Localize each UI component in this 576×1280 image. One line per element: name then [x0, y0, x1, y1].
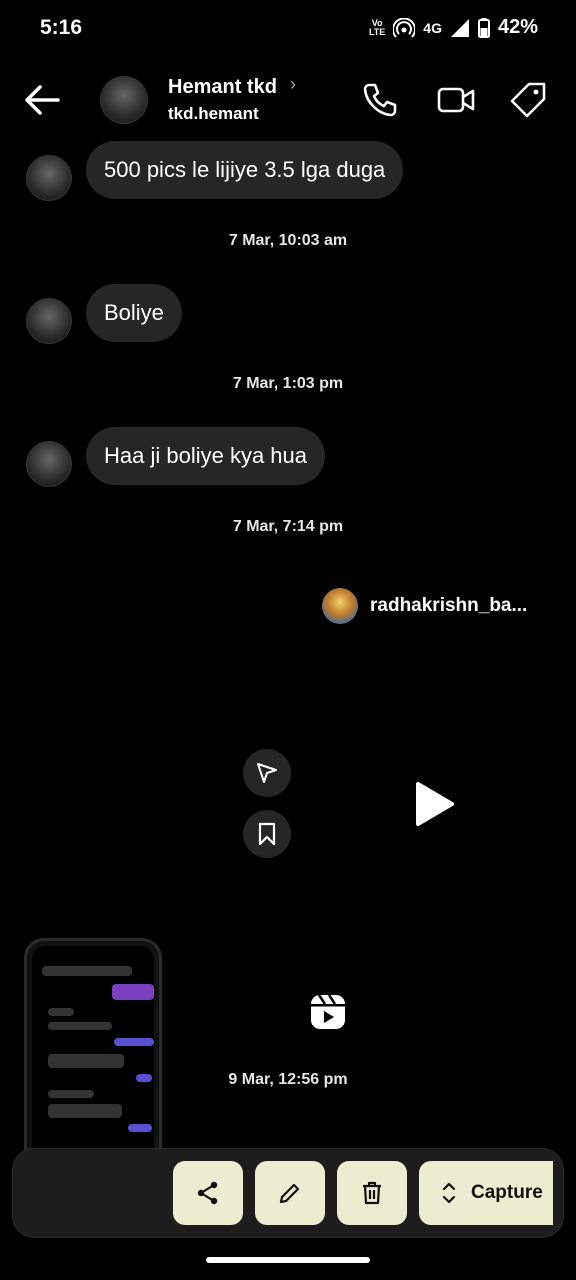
timestamp: 7 Mar, 10:03 am [228, 232, 348, 249]
capture-label: Capture [471, 1182, 543, 1203]
timestamp: 7 Mar, 7:14 pm [232, 518, 344, 535]
thumb-bubble [48, 1104, 122, 1118]
delete-button[interactable] [337, 1161, 407, 1225]
thumb-bubble [112, 984, 154, 1000]
thumb-bubble [48, 1022, 112, 1030]
phone-icon[interactable] [360, 80, 400, 120]
thumb-header [42, 966, 132, 976]
status-time: 5:16 [40, 16, 83, 39]
expand-vertical-icon [442, 1182, 456, 1204]
tag-icon[interactable] [508, 80, 548, 120]
reel-owner-avatar[interactable] [322, 588, 358, 624]
bookmark-icon [258, 822, 276, 846]
back-arrow-icon[interactable] [22, 82, 62, 118]
screenshot-toolbar: Capture [12, 1148, 564, 1238]
capture-more-button[interactable]: Capture [419, 1161, 553, 1225]
trash-icon [363, 1181, 381, 1205]
contact-username[interactable]: tkd.hemant [168, 104, 259, 124]
message-bubble[interactable]: 500 pics le lijiye 3.5 lga duga [86, 141, 404, 199]
message-bubble[interactable]: Haa ji boliye kya hua [86, 427, 326, 485]
status-bar: 5:16 Vo LTE 4G 42% [0, 0, 576, 56]
edit-button[interactable] [255, 1161, 325, 1225]
reel-owner[interactable]: radhakrishn_ba... [322, 588, 527, 624]
video-camera-icon[interactable] [436, 80, 476, 120]
battery-percent: 42% [497, 16, 538, 38]
save-button[interactable] [243, 810, 291, 858]
signal-icon [450, 18, 469, 37]
pencil-icon [279, 1183, 300, 1204]
header-avatar[interactable] [100, 76, 148, 124]
status-icons: Vo LTE 4G 42% [369, 16, 538, 39]
reels-icon [311, 994, 345, 1029]
hotspot-icon [393, 17, 416, 38]
sender-avatar[interactable] [26, 441, 72, 487]
message-bubble[interactable]: Boliye [86, 284, 182, 342]
send-icon [257, 763, 277, 783]
chevron-right-icon[interactable]: › [290, 74, 296, 95]
volte-bottom: LTE [368, 26, 386, 37]
sender-avatar[interactable] [26, 298, 72, 344]
contact-name[interactable]: Hemant tkd [168, 76, 277, 99]
share-button[interactable] [173, 1161, 243, 1225]
home-indicator[interactable] [206, 1257, 370, 1263]
network-type: 4G [423, 19, 442, 36]
timestamp: 7 Mar, 1:03 pm [232, 375, 344, 392]
play-icon[interactable] [412, 780, 456, 828]
reel-owner-name[interactable]: radhakrishn_ba... [370, 595, 527, 617]
send-button[interactable] [243, 749, 291, 797]
thumb-bubble [114, 1038, 154, 1046]
chat-header: Hemant tkd › tkd.hemant [0, 60, 576, 140]
battery-icon [477, 17, 490, 38]
thumb-bubble [48, 1008, 74, 1016]
thumb-bubble [128, 1124, 152, 1132]
volte-indicator: Vo LTE [368, 18, 386, 37]
thumb-bubble [48, 1090, 94, 1098]
share-icon [197, 1181, 218, 1205]
thumb-bubble [48, 1054, 124, 1068]
thumb-bubble [136, 1074, 152, 1082]
sender-avatar[interactable] [26, 155, 72, 201]
